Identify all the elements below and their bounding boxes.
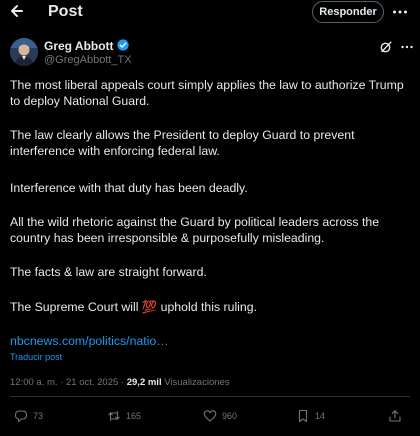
repost-count: 165 [126,411,142,421]
post-paragraph: The facts & law are straight forward. [10,265,207,279]
views-count: 29,2 mil [126,377,162,388]
post-paragraph: The most liberal appeals court simply ap… [10,78,404,108]
reply-count: 73 [33,411,44,421]
action-bar: 73 165 960 14 [0,404,420,428]
post-meta: 12:00 a. m. · 21 oct. 2025 · 29,2 mil Vi… [10,377,230,388]
grok-icon[interactable] [379,40,393,54]
post-date[interactable]: 21 oct. 2025 [66,377,118,388]
like-icon [203,410,217,422]
post-paragraph: Interference with that duty has been dea… [10,181,248,195]
post-author: Greg Abbott @GregAbbott_TX [10,38,413,70]
back-arrow-icon[interactable] [10,2,24,20]
more-icon[interactable] [391,3,409,21]
post-paragraph: All the wild rhetoric against the Guard … [10,215,380,245]
like-action[interactable]: 960 [203,408,237,424]
verified-icon [117,39,129,51]
top-bar: Post Responder [0,0,420,24]
bookmark-action[interactable]: 14 [296,408,325,424]
author-name[interactable]: Greg Abbott [44,39,114,53]
repost-icon [108,410,120,422]
post-time[interactable]: 12:00 a. m. [10,377,58,388]
meta-separator: · [60,377,64,388]
bookmark-icon [298,409,308,423]
reply-icon [14,410,28,423]
page-title: Post [48,3,83,20]
reply-action[interactable]: 73 [14,408,43,424]
divider [10,396,410,397]
article-link[interactable]: nbcnews.com/politics/natio… [10,334,169,348]
views-label: Visualizaciones [164,377,230,388]
post-paragraph: The Supreme Court will 💯 uphold this rul… [10,300,258,314]
translate-post-link[interactable]: Traducir post [10,352,62,362]
like-count: 960 [222,411,238,421]
more-icon[interactable] [400,41,414,53]
author-handle[interactable]: @GregAbbott_TX [44,54,132,66]
share-icon [389,410,401,422]
repost-action[interactable]: 165 [107,408,141,424]
post-paragraph: The law clearly allows the President to … [10,128,355,158]
meta-separator: · [120,377,125,388]
bookmark-count: 14 [315,411,326,421]
share-action[interactable] [388,408,407,424]
reply-button[interactable]: Responder [312,1,384,23]
avatar[interactable] [10,38,38,66]
